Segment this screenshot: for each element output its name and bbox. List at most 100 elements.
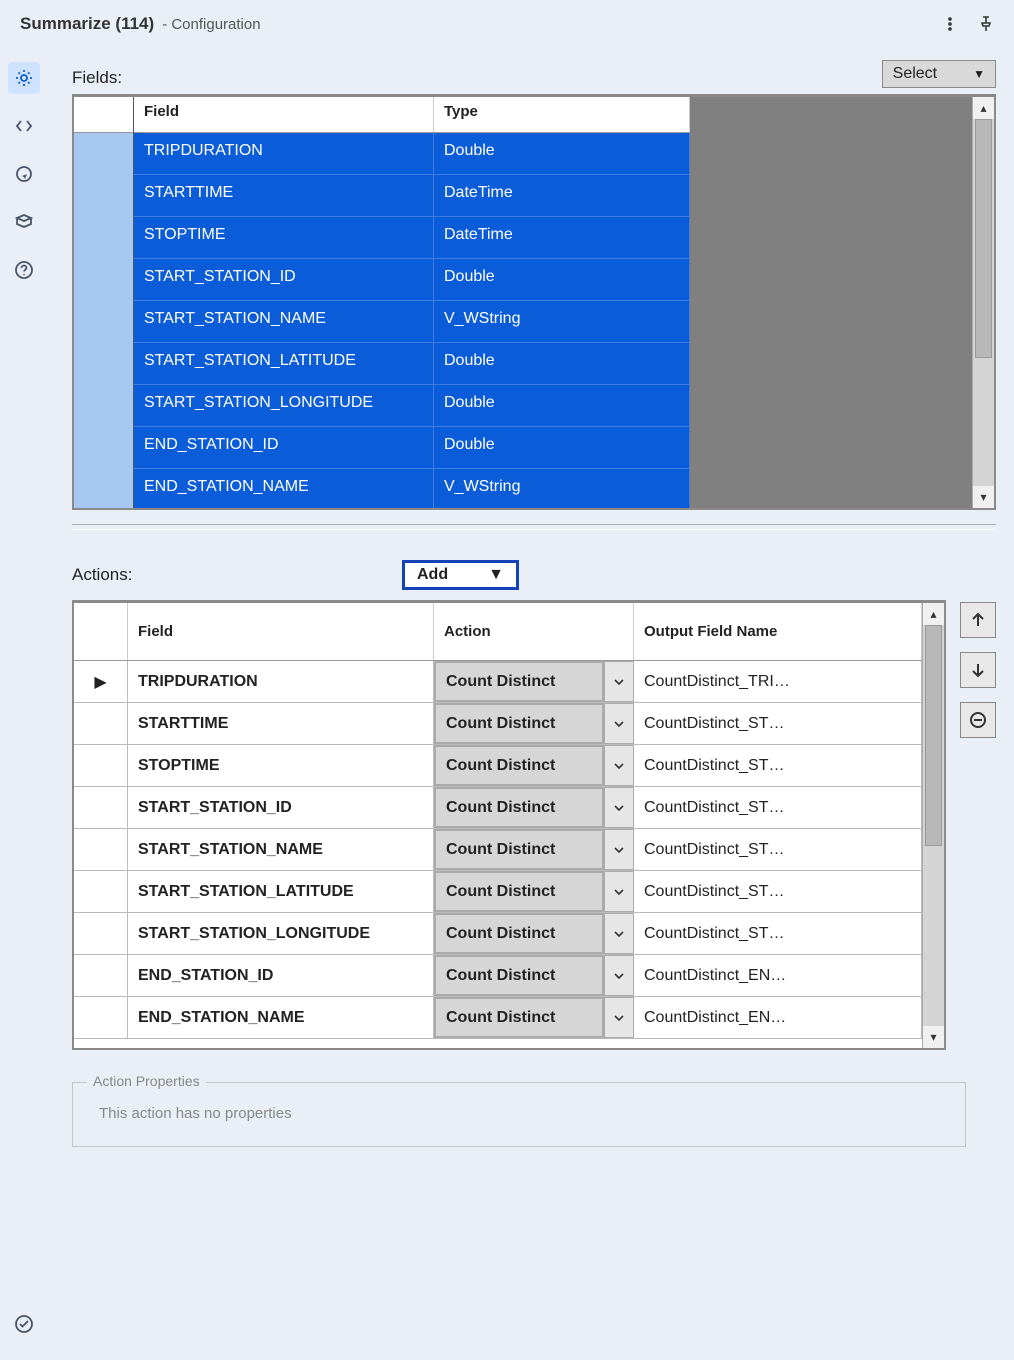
actions-cell-action[interactable]: Count Distinct <box>434 661 604 702</box>
fields-scrollbar[interactable]: ▴ ▾ <box>972 97 994 508</box>
fields-col-type[interactable]: Type <box>434 97 690 132</box>
actions-cell-action[interactable]: Count Distinct <box>434 997 604 1038</box>
fields-cell-type: Double <box>434 133 690 174</box>
fields-row[interactable]: TRIPDURATIONDouble <box>134 133 690 175</box>
actions-cell-field: START_STATION_LATITUDE <box>128 871 434 912</box>
section-divider <box>72 524 996 530</box>
fields-row[interactable]: START_STATION_IDDouble <box>134 259 690 301</box>
fields-select-label: Select <box>893 65 937 83</box>
tab-xml[interactable] <box>8 110 40 142</box>
row-indicator <box>74 829 128 870</box>
actions-cell-field: END_STATION_ID <box>128 955 434 996</box>
actions-cell-action[interactable]: Count Distinct <box>434 745 604 786</box>
actions-cell-output[interactable]: CountDistinct_ST… <box>634 787 922 828</box>
scroll-up-icon[interactable]: ▴ <box>973 97 994 119</box>
row-indicator <box>74 787 128 828</box>
row-indicator: ▶ <box>74 661 128 702</box>
actions-cell-action[interactable]: Count Distinct <box>434 787 604 828</box>
action-dropdown-button[interactable] <box>604 997 634 1038</box>
actions-row[interactable]: START_STATION_LATITUDECount Distinct Coun… <box>74 871 922 913</box>
actions-label: Actions: <box>72 565 362 585</box>
fields-cell-field: STARTTIME <box>134 175 434 216</box>
actions-row[interactable]: END_STATION_NAMECount DistinctCountDisti… <box>74 997 922 1039</box>
more-options-button[interactable] <box>936 10 964 38</box>
tab-help[interactable] <box>8 254 40 286</box>
row-indicator <box>74 997 128 1038</box>
tab-configuration[interactable] <box>8 62 40 94</box>
fields-row[interactable]: START_STATION_NAMEV_WString <box>134 301 690 343</box>
fields-row[interactable]: START_STATION_LATITUDEDouble <box>134 343 690 385</box>
fields-row[interactable]: START_STATION_LONGITUDEDouble <box>134 385 690 427</box>
actions-row[interactable]: END_STATION_IDCount Distinct CountDistinc… <box>74 955 922 997</box>
pin-button[interactable] <box>972 10 1000 38</box>
fields-cell-type: DateTime <box>434 217 690 258</box>
row-indicator <box>74 703 128 744</box>
actions-cell-output[interactable]: CountDistinct_TRI… <box>634 661 922 702</box>
actions-cell-action[interactable]: Count Distinct <box>434 829 604 870</box>
fields-cell-field: START_STATION_LONGITUDE <box>134 385 434 426</box>
fields-cell-field: TRIPDURATION <box>134 133 434 174</box>
fields-select-dropdown[interactable]: Select ▼ <box>882 60 996 88</box>
action-dropdown-button[interactable] <box>604 913 634 954</box>
fields-row[interactable]: STOPTIMEDateTime <box>134 217 690 259</box>
actions-cell-action[interactable]: Count Distinct <box>434 955 604 996</box>
fields-col-field[interactable]: Field <box>134 97 434 132</box>
fields-row[interactable]: END_STATION_NAMEV_WString <box>134 469 690 508</box>
action-dropdown-button[interactable] <box>604 787 634 828</box>
actions-col-output[interactable]: Output Field Name <box>634 603 922 660</box>
actions-cell-action[interactable]: Count Distinct <box>434 703 604 744</box>
action-dropdown-button[interactable] <box>604 661 634 702</box>
row-indicator <box>74 745 128 786</box>
action-properties-message: This action has no properties <box>99 1105 947 1122</box>
row-indicator <box>74 955 128 996</box>
actions-cell-output[interactable]: CountDistinct_ST… <box>634 745 922 786</box>
scroll-up-icon[interactable]: ▴ <box>923 603 944 625</box>
fields-grid[interactable]: Field Type TRIPDURATIONDoubleSTARTTIMEDa… <box>72 94 996 510</box>
actions-cell-action[interactable]: Count Distinct <box>434 871 604 912</box>
actions-cell-field: STOPTIME <box>128 745 434 786</box>
actions-grid[interactable]: Field Action Output Field Name ▶TRIPDURA… <box>72 600 946 1050</box>
fields-cell-type: Double <box>434 385 690 426</box>
actions-cell-field: START_STATION_LONGITUDE <box>128 913 434 954</box>
action-dropdown-button[interactable] <box>604 703 634 744</box>
scroll-down-icon[interactable]: ▾ <box>973 486 994 508</box>
remove-button[interactable] <box>960 702 996 738</box>
actions-cell-output[interactable]: CountDistinct_ST… <box>634 829 922 870</box>
tab-navigate[interactable] <box>8 158 40 190</box>
action-dropdown-button[interactable] <box>604 871 634 912</box>
fields-cell-field: END_STATION_NAME <box>134 469 434 508</box>
actions-cell-output[interactable]: CountDistinct_ST… <box>634 913 922 954</box>
action-dropdown-button[interactable] <box>604 829 634 870</box>
left-tab-rail <box>0 52 48 1360</box>
actions-row[interactable]: START_STATION_LONGITUDECount Distinct Cou… <box>74 913 922 955</box>
titlebar: Summarize (114) - Configuration <box>0 0 1014 52</box>
actions-row[interactable]: STOPTIMECount Distinct CountDistinct_ST… <box>74 745 922 787</box>
move-down-button[interactable] <box>960 652 996 688</box>
actions-col-action[interactable]: Action <box>434 603 634 660</box>
row-indicator <box>74 871 128 912</box>
actions-cell-field: START_STATION_NAME <box>128 829 434 870</box>
scroll-down-icon[interactable]: ▾ <box>923 1026 944 1048</box>
action-dropdown-button[interactable] <box>604 955 634 996</box>
fields-cell-field: START_STATION_NAME <box>134 301 434 342</box>
actions-cell-output[interactable]: CountDistinct_EN… <box>634 955 922 996</box>
actions-cell-output[interactable]: CountDistinct_EN… <box>634 997 922 1038</box>
fields-cell-type: Double <box>434 259 690 300</box>
actions-row[interactable]: START_STATION_NAMECount Distinct CountDis… <box>74 829 922 871</box>
actions-add-dropdown[interactable]: Add ▼ <box>402 560 519 590</box>
actions-cell-action[interactable]: Count Distinct <box>434 913 604 954</box>
actions-row[interactable]: STARTTIMECount DistinctCountDistinct_ST… <box>74 703 922 745</box>
actions-row[interactable]: ▶TRIPDURATIONCount DistinctCountDistinct… <box>74 661 922 703</box>
actions-cell-output[interactable]: CountDistinct_ST… <box>634 703 922 744</box>
tab-annotation[interactable] <box>8 206 40 238</box>
fields-cell-type: V_WString <box>434 301 690 342</box>
action-dropdown-button[interactable] <box>604 745 634 786</box>
fields-row[interactable]: END_STATION_IDDouble <box>134 427 690 469</box>
fields-row[interactable]: STARTTIMEDateTime <box>134 175 690 217</box>
move-up-button[interactable] <box>960 602 996 638</box>
actions-cell-output[interactable]: CountDistinct_ST… <box>634 871 922 912</box>
actions-row[interactable]: START_STATION_IDCount DistinctCountDisti… <box>74 787 922 829</box>
actions-scrollbar[interactable]: ▴ ▾ <box>922 603 944 1048</box>
fields-cell-field: STOPTIME <box>134 217 434 258</box>
actions-col-field[interactable]: Field <box>128 603 434 660</box>
